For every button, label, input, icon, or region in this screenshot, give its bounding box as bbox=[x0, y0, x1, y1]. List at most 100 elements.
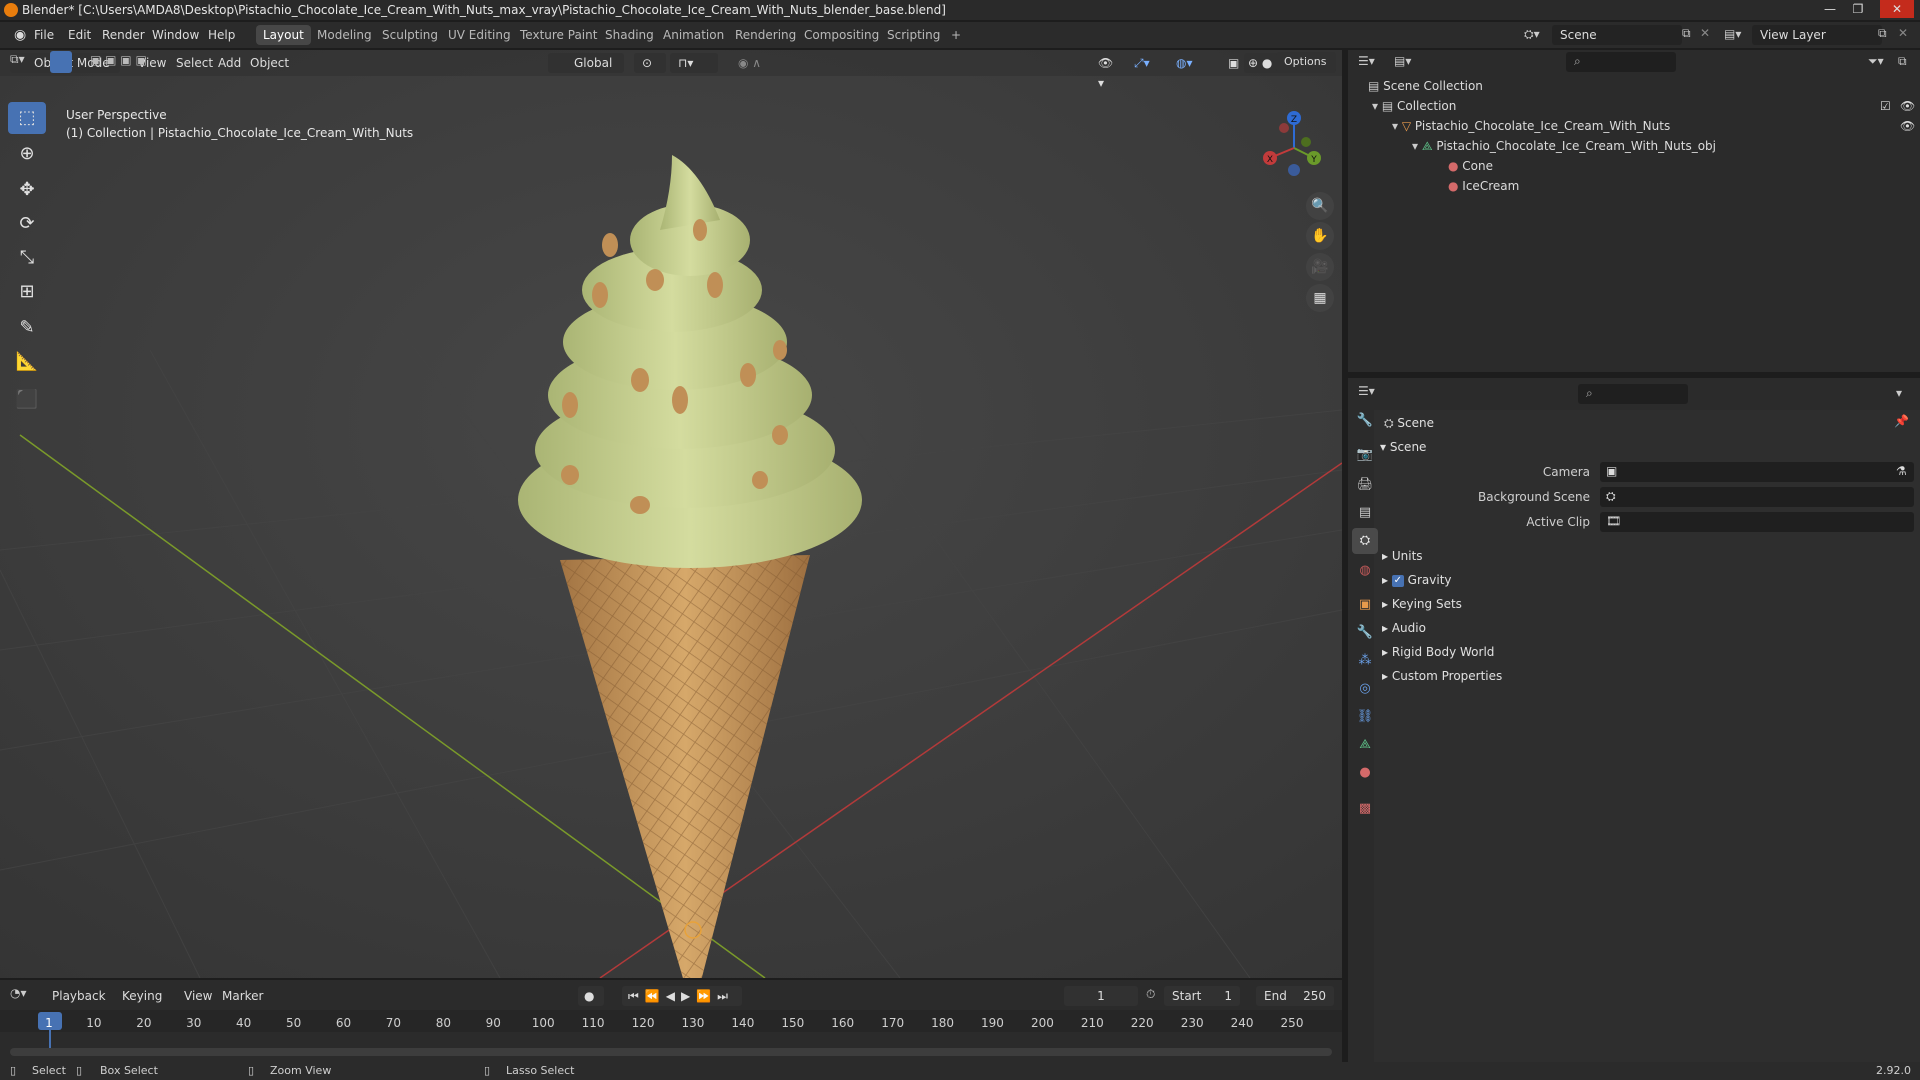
timeline-menu-marker[interactable]: Marker bbox=[214, 986, 271, 1006]
visibility-eye-icon[interactable]: 👁 bbox=[1900, 96, 1915, 116]
tab-rendering[interactable]: Rendering bbox=[728, 25, 803, 45]
camera-field[interactable] bbox=[1600, 462, 1914, 482]
view-layer-icon[interactable]: ▤▾ bbox=[1724, 27, 1741, 41]
custom-properties-panel-header[interactable]: ▸ Custom Properties bbox=[1382, 665, 1502, 687]
modifier-tab-icon[interactable]: 🔧 bbox=[1352, 620, 1378, 646]
gravity-panel-header[interactable]: ▸ ✓ Gravity bbox=[1382, 569, 1452, 591]
3d-viewport[interactable]: Object Mode View Select Add Object Globa… bbox=[0, 50, 1342, 978]
playback-controls[interactable]: ⏮⏪◀▶⏩⏭ bbox=[622, 986, 742, 1006]
current-frame-field[interactable]: 1 bbox=[1064, 986, 1138, 1006]
particles-tab-icon[interactable]: ⁂ bbox=[1352, 648, 1378, 674]
annotate-tool-icon[interactable]: ✎ bbox=[8, 312, 46, 344]
menu-help[interactable]: Help bbox=[202, 26, 241, 44]
outliner-filter-icon[interactable]: ⏷▾ bbox=[1868, 54, 1884, 69]
zoom-icon[interactable]: 🔍 bbox=[1306, 192, 1334, 220]
outliner-scene-collection[interactable]: ▤ Scene Collection bbox=[1368, 76, 1483, 96]
pivot-point-icon[interactable]: ⊙ bbox=[634, 53, 666, 73]
outliner-display-mode-icon[interactable]: ▤▾ bbox=[1394, 54, 1411, 68]
output-tab-icon[interactable]: 🖨 bbox=[1352, 472, 1378, 498]
proportional-edit-icon[interactable]: ◉ ∧ bbox=[730, 53, 778, 73]
tab-layout[interactable]: Layout bbox=[256, 25, 311, 45]
rotate-tool-icon[interactable]: ⟳ bbox=[8, 208, 46, 240]
scene-field[interactable]: Scene bbox=[1552, 25, 1682, 45]
tab-sculpting[interactable]: Sculpting bbox=[375, 25, 445, 45]
add-cube-tool-icon[interactable]: ⬛ bbox=[8, 384, 46, 416]
viewport-editor-type-icon[interactable]: ⧉▾ bbox=[10, 52, 40, 72]
move-tool-icon[interactable]: ✥ bbox=[8, 174, 46, 206]
pin-icon[interactable]: 📌 bbox=[1894, 414, 1909, 428]
start-frame-field[interactable]: Start 1 bbox=[1164, 986, 1240, 1006]
units-panel-header[interactable]: ▸ Units bbox=[1382, 545, 1423, 567]
menu-window[interactable]: Window bbox=[146, 26, 205, 44]
physics-tab-icon[interactable]: ◎ bbox=[1352, 676, 1378, 702]
tab-animation[interactable]: Animation bbox=[656, 25, 731, 45]
tab-modeling[interactable]: Modeling bbox=[310, 25, 379, 45]
timeline-menu-keying[interactable]: Keying bbox=[114, 986, 170, 1006]
render-tab-icon[interactable]: 📷 bbox=[1352, 442, 1378, 468]
minimize-icon[interactable]: — bbox=[1818, 0, 1842, 18]
selection-mode-buttons[interactable]: ▣ ▣ ▣ ▣ bbox=[90, 53, 184, 71]
options-dropdown[interactable]: Options bbox=[1276, 52, 1336, 72]
menu-file[interactable]: File bbox=[28, 26, 60, 44]
properties-search-input[interactable] bbox=[1578, 384, 1688, 404]
gravity-checkbox[interactable]: ✓ bbox=[1391, 574, 1404, 587]
active-clip-field[interactable] bbox=[1600, 512, 1914, 532]
select-mode-icon[interactable] bbox=[50, 51, 72, 73]
ortho-grid-icon[interactable]: ▦ bbox=[1306, 284, 1334, 312]
background-scene-field[interactable] bbox=[1600, 487, 1914, 507]
scene-tab-icon[interactable]: ⛭ bbox=[1352, 528, 1378, 554]
texture-tab-icon[interactable]: ▩ bbox=[1352, 796, 1378, 822]
tab-texture-paint[interactable]: Texture Paint bbox=[513, 25, 604, 45]
view-layer-field[interactable]: View Layer bbox=[1752, 25, 1882, 45]
outliner-object[interactable]: ▾ ▽ Pistachio_Chocolate_Ice_Cream_With_N… bbox=[1392, 116, 1915, 136]
scene-selector-icon[interactable]: ⛭▾ bbox=[1524, 27, 1554, 45]
transform-tool-icon[interactable]: ⊞ bbox=[8, 276, 46, 308]
record-icon[interactable]: ● bbox=[578, 986, 604, 1006]
tab-compositing[interactable]: Compositing bbox=[797, 25, 886, 45]
properties-editor-type-icon[interactable]: ☰▾ bbox=[1358, 384, 1375, 398]
tab-uv-editing[interactable]: UV Editing bbox=[441, 25, 518, 45]
scene-panel-header[interactable]: ▾ Scene bbox=[1380, 436, 1426, 458]
xray-icon[interactable]: ▣ bbox=[1220, 53, 1244, 73]
object-tab-icon[interactable]: ▣ bbox=[1352, 592, 1378, 618]
delete-view-layer-icon[interactable]: ✕ bbox=[1898, 26, 1908, 40]
tab-scripting[interactable]: Scripting bbox=[880, 25, 947, 45]
gizmo-toggle-icon[interactable]: ⤢▾ bbox=[1126, 53, 1162, 73]
material-tab-icon[interactable]: ● bbox=[1352, 760, 1378, 786]
delete-scene-icon[interactable]: ✕ bbox=[1700, 26, 1710, 40]
tab-shading[interactable]: Shading bbox=[598, 25, 661, 45]
end-frame-field[interactable]: End 250 bbox=[1256, 986, 1334, 1006]
transform-orientation-dropdown[interactable]: Global bbox=[548, 53, 624, 73]
keying-sets-panel-header[interactable]: ▸ Keying Sets bbox=[1382, 593, 1462, 615]
world-tab-icon[interactable]: ◍ bbox=[1352, 558, 1378, 584]
outliner-material-cone[interactable]: ● Cone bbox=[1448, 156, 1493, 176]
select-box-tool-icon[interactable]: ⬚ bbox=[8, 102, 46, 134]
scale-tool-icon[interactable]: ⤡ bbox=[8, 242, 46, 274]
measure-tool-icon[interactable]: 📐 bbox=[8, 346, 46, 378]
timeline-scrollbar[interactable] bbox=[10, 1048, 1332, 1056]
expand-icon[interactable]: ▾ bbox=[1372, 99, 1382, 113]
navigation-gizmo[interactable]: Z Y X bbox=[1254, 108, 1334, 188]
new-scene-icon[interactable]: ⧉ bbox=[1682, 26, 1691, 41]
visibility-filter-icon[interactable]: 👁▾ bbox=[1090, 53, 1122, 90]
outliner-search-input[interactable] bbox=[1566, 52, 1676, 72]
overlays-toggle-icon[interactable]: ◍▾ bbox=[1168, 53, 1204, 73]
constraints-tab-icon[interactable]: ⛓ bbox=[1352, 704, 1378, 730]
audio-panel-header[interactable]: ▸ Audio bbox=[1382, 617, 1426, 639]
menu-edit[interactable]: Edit bbox=[62, 26, 97, 44]
exclude-checkbox[interactable]: ☑ bbox=[1880, 96, 1891, 116]
outliner-material-icecream[interactable]: ● IceCream bbox=[1448, 176, 1519, 196]
properties-options-icon[interactable]: ▾ bbox=[1896, 386, 1902, 400]
tool-tab-icon[interactable]: 🔧 bbox=[1352, 408, 1378, 434]
timeline-editor-type-icon[interactable]: ◔▾ bbox=[10, 986, 27, 1000]
outliner-collection[interactable]: ▾ ▤ Collection ☑ 👁 bbox=[1372, 96, 1915, 116]
snap-icon[interactable]: ⊓▾ bbox=[670, 53, 718, 73]
cursor-tool-icon[interactable]: ⊕ bbox=[8, 138, 46, 170]
add-workspace-button[interactable]: + bbox=[944, 25, 968, 45]
outliner-mesh[interactable]: ▾ ⟁ Pistachio_Chocolate_Ice_Cream_With_N… bbox=[1412, 136, 1716, 156]
timeline-menu-playback[interactable]: Playback bbox=[44, 986, 114, 1006]
view-layer-tab-icon[interactable]: ▤ bbox=[1352, 500, 1378, 526]
data-tab-icon[interactable]: ⟁ bbox=[1352, 732, 1378, 758]
new-view-layer-icon[interactable]: ⧉ bbox=[1878, 26, 1887, 41]
viewport-menu-object[interactable]: Object bbox=[242, 53, 297, 73]
